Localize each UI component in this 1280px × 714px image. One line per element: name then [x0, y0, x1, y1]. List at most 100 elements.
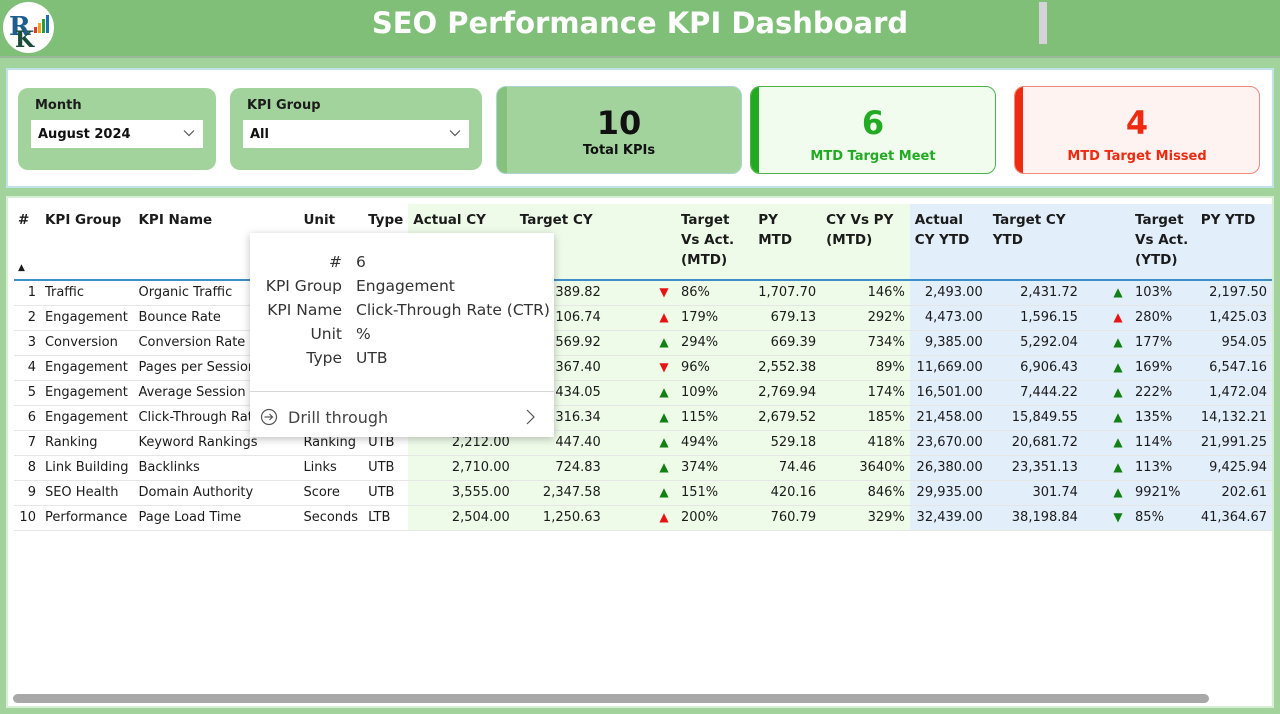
- col-header-cy-vs-py-mtd[interactable]: CY Vs PY (MTD): [821, 204, 910, 281]
- cell-unit: Score: [298, 480, 364, 506]
- total-kpis-value: 10: [596, 104, 642, 142]
- col-header-actual-cy-ytd[interactable]: Actual CY YTD: [909, 204, 988, 281]
- cell-cy-vs-py-mtd: 846%: [821, 480, 910, 506]
- cell-target-cy-ytd: 23,351.13: [987, 455, 1083, 481]
- tooltip-field-key: Type: [306, 349, 342, 367]
- cell-kpi-group: Link Building: [39, 455, 134, 481]
- cell-py-ytd: 14,132.21: [1195, 405, 1272, 431]
- cell-kpi-group: Engagement: [39, 355, 134, 381]
- cell-target-vs-act-ytd: 177%: [1130, 330, 1196, 356]
- table-row[interactable]: 1 Traffic Organic Traffic 389.82 ▼ 86% 1,707.7…: [14, 280, 1272, 306]
- cell-actual-cy-mtd: 2,504.00: [408, 505, 515, 531]
- col-header-num[interactable]: # ▲: [14, 204, 40, 281]
- sort-ascending-icon[interactable]: ▲: [18, 258, 35, 278]
- cell-num: 5: [14, 380, 40, 406]
- table-row[interactable]: 5 Engagement Average Session Du 434.05 ▲ 109%…: [14, 380, 1272, 406]
- col-header-py-mtd[interactable]: PY MTD: [753, 204, 822, 281]
- cell-kpi-group: Conversion: [39, 330, 134, 356]
- month-slicer: Month August 2024: [18, 88, 216, 170]
- cell-kpi-name: Page Load Time: [133, 505, 299, 531]
- cell-target-cy-ytd: 15,849.55: [987, 405, 1083, 431]
- triangle-up-green-icon: ▲: [1113, 435, 1123, 449]
- tooltip-field: Unit%: [250, 325, 554, 349]
- cell-ytd-indicator: ▲: [1082, 330, 1131, 356]
- chevron-down-icon: [183, 130, 195, 137]
- tooltip-field-key: KPI Group: [265, 277, 342, 295]
- cell-target-cy-mtd: 1,250.63: [514, 505, 606, 531]
- col-header-target-vs-act-mtd[interactable]: Target Vs Act. (MTD): [675, 204, 754, 281]
- total-kpis-card: 10 Total KPIs: [496, 86, 742, 174]
- cell-cy-vs-py-mtd: 734%: [821, 330, 910, 356]
- cell-target-vs-act-ytd: 113%: [1130, 455, 1196, 481]
- cell-target-cy-ytd: 5,292.04: [987, 330, 1083, 356]
- table-row[interactable]: 3 Conversion Conversion Rate 569.92 ▲ 294% 669…: [14, 330, 1272, 356]
- row-tooltip: #6 KPI Group Engagement KPI Name Click-Throu…: [250, 233, 554, 437]
- col-header-target-vs-act-ytd[interactable]: Target Vs Act. (YTD): [1130, 204, 1196, 281]
- table-row[interactable]: 7 Ranking Keyword Rankings Ranking UTB 2,212.…: [14, 430, 1272, 456]
- kpi-group-dropdown[interactable]: All: [243, 120, 469, 148]
- cell-cy-vs-py-mtd: 89%: [821, 355, 910, 381]
- cell-cy-vs-py-mtd: 292%: [821, 305, 910, 331]
- kpi-group-slicer: KPI Group All: [230, 88, 482, 170]
- cell-py-mtd: 2,552.38: [753, 355, 822, 381]
- tooltip-field-value: Click-Through Rate (CTR): [356, 301, 550, 319]
- cell-num: 1: [14, 280, 40, 306]
- col-header-py-ytd[interactable]: PY YTD: [1195, 204, 1272, 281]
- triangle-down-green-icon: ▼: [1113, 510, 1123, 524]
- page-title: SEO Performance KPI Dashboard: [371, 6, 909, 40]
- table-row[interactable]: 4 Engagement Pages per Session 367.40 ▼ 96% 2,…: [14, 355, 1272, 381]
- table-row[interactable]: 2 Engagement Bounce Rate 106.74 ▲ 179% 679.13 2…: [14, 305, 1272, 331]
- table-row[interactable]: 6 Engagement Click-Through Rate 316.34 ▲ 115%…: [14, 405, 1272, 431]
- cell-py-ytd: 1,425.03: [1195, 305, 1272, 331]
- triangle-up-red-icon: ▲: [659, 310, 669, 324]
- horizontal-scrollbar[interactable]: [13, 694, 1209, 703]
- cell-mtd-indicator: ▲: [605, 505, 676, 531]
- cell-ytd-indicator: ▲: [1082, 455, 1131, 481]
- cell-py-ytd: 41,364.67: [1195, 505, 1272, 531]
- cell-actual-cy-ytd: 2,493.00: [909, 280, 988, 306]
- cell-kpi-group: SEO Health: [39, 480, 134, 506]
- cell-actual-cy-ytd: 29,935.00: [909, 480, 988, 506]
- table-row[interactable]: 10 Performance Page Load Time Seconds LTB 2,5…: [14, 505, 1272, 531]
- table-row[interactable]: 8 Link Building Backlinks Links UTB 2,710.00 7…: [14, 455, 1272, 481]
- cell-target-vs-act-ytd: 85%: [1130, 505, 1196, 531]
- cell-py-ytd: 954.05: [1195, 330, 1272, 356]
- table-row[interactable]: 9 SEO Health Domain Authority Score UTB 3,555…: [14, 480, 1272, 506]
- cell-cy-vs-py-mtd: 3640%: [821, 455, 910, 481]
- cell-target-vs-act-mtd: 115%: [675, 405, 754, 431]
- cell-num: 3: [14, 330, 40, 356]
- cell-target-vs-act-mtd: 494%: [675, 430, 754, 456]
- cell-target-vs-act-ytd: 280%: [1130, 305, 1196, 331]
- cell-py-mtd: 74.46: [753, 455, 822, 481]
- cell-type: UTB: [363, 455, 409, 481]
- cell-actual-cy-ytd: 32,439.00: [909, 505, 988, 531]
- col-header-target-cy-ytd[interactable]: Target CY YTD: [987, 204, 1083, 281]
- cell-py-ytd: 9,425.94: [1195, 455, 1272, 481]
- cell-kpi-name: Domain Authority: [133, 480, 299, 506]
- cell-mtd-indicator: ▲: [605, 430, 676, 456]
- cell-num: 8: [14, 455, 40, 481]
- cell-actual-cy-mtd: 2,710.00: [408, 455, 515, 481]
- cell-target-vs-act-ytd: 135%: [1130, 405, 1196, 431]
- triangle-up-green-icon: ▲: [1113, 410, 1123, 424]
- drill-through-button[interactable]: Drill through: [260, 404, 542, 430]
- month-dropdown[interactable]: August 2024: [31, 120, 203, 148]
- cell-kpi-group: Ranking: [39, 430, 134, 456]
- cell-target-cy-ytd: 38,198.84: [987, 505, 1083, 531]
- cell-py-ytd: 202.61: [1195, 480, 1272, 506]
- cell-py-mtd: 1,707.70: [753, 280, 822, 306]
- cell-py-mtd: 2,679.52: [753, 405, 822, 431]
- cell-target-cy-ytd: 6,906.43: [987, 355, 1083, 381]
- triangle-up-green-icon: ▲: [1113, 385, 1123, 399]
- tooltip-field-key: Unit: [310, 325, 342, 343]
- col-header-kpi-group[interactable]: KPI Group: [39, 204, 134, 281]
- chevron-down-icon: [449, 130, 461, 137]
- cell-target-vs-act-ytd: 222%: [1130, 380, 1196, 406]
- cell-ytd-indicator: ▲: [1082, 355, 1131, 381]
- cell-target-cy-ytd: 2,431.72: [987, 280, 1083, 306]
- cell-py-ytd: 2,197.50: [1195, 280, 1272, 306]
- tooltip-field: #6: [250, 253, 554, 277]
- cell-cy-vs-py-mtd: 174%: [821, 380, 910, 406]
- cell-actual-cy-ytd: 23,670.00: [909, 430, 988, 456]
- cell-actual-cy-ytd: 16,501.00: [909, 380, 988, 406]
